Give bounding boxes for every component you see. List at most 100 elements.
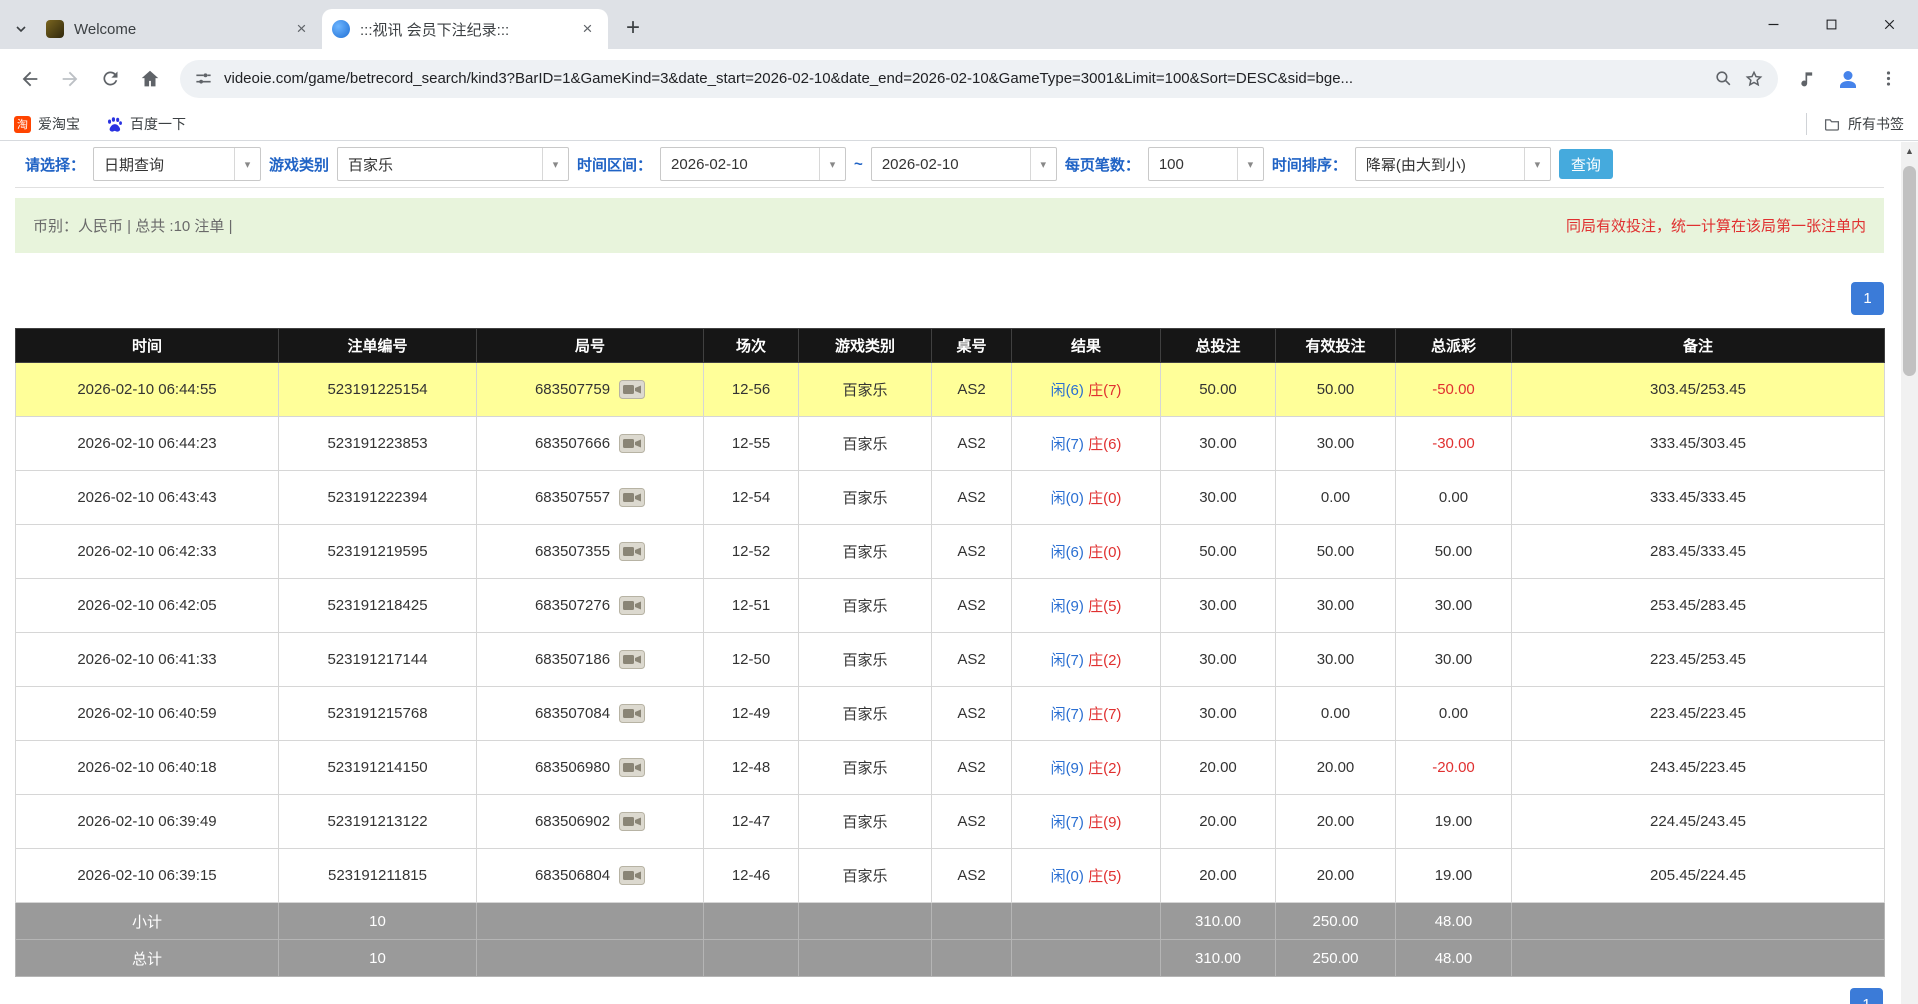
video-replay-icon[interactable] (619, 812, 645, 831)
cell-result: 闲(9) 庄(5) (1012, 579, 1161, 633)
cell-result: 闲(7) 庄(7) (1012, 687, 1161, 741)
cell-bet-id: 523191217144 (279, 633, 477, 687)
video-replay-icon[interactable] (619, 434, 645, 453)
url-bar[interactable]: videoie.com/game/betrecord_search/kind3?… (180, 60, 1778, 98)
profile-avatar[interactable] (1830, 61, 1866, 97)
cell-note: 223.45/223.45 (1512, 687, 1885, 741)
game-kind-select[interactable]: 百家乐 ▾ (337, 147, 569, 181)
all-bookmarks-button[interactable]: 所有书签 (1806, 113, 1904, 135)
empty-cell (704, 903, 799, 940)
browser-tab-welcome[interactable]: Welcome × (36, 9, 322, 49)
video-replay-icon[interactable] (619, 380, 645, 399)
page-button-bottom[interactable]: 1 (1850, 988, 1883, 1004)
date-end-select[interactable]: 2026-02-10 ▾ (871, 147, 1057, 181)
cell-session: 12-52 (704, 525, 799, 579)
bookmark-baidu[interactable]: 百度一下 (106, 114, 186, 134)
video-replay-icon[interactable] (619, 704, 645, 723)
tab-title: :::视讯 会员下注纪录::: (360, 19, 577, 40)
window-minimize-button[interactable] (1744, 0, 1802, 49)
tab-search-button[interactable] (6, 9, 36, 49)
window-controls (1744, 0, 1918, 49)
player-result: 闲(6) (1051, 544, 1084, 561)
column-header: 总派彩 (1396, 329, 1512, 363)
url-text: videoie.com/game/betrecord_search/kind3?… (224, 70, 1703, 87)
date-range-label: 时间区间： (577, 154, 652, 175)
zoom-icon[interactable] (1714, 69, 1733, 88)
cell-valid-bet: 50.00 (1276, 363, 1396, 417)
total-label: 总计 (16, 940, 279, 977)
cell-time: 2026-02-10 06:39:49 (16, 795, 279, 849)
tab-close-icon[interactable]: × (577, 19, 598, 40)
reload-button[interactable] (92, 61, 128, 97)
per-page-select[interactable]: 100 ▾ (1148, 147, 1264, 181)
menu-icon[interactable] (1870, 61, 1906, 97)
cell-time: 2026-02-10 06:40:18 (16, 741, 279, 795)
cell-total-bet[interactable]: 50.00 (1161, 525, 1276, 579)
home-button[interactable] (132, 61, 168, 97)
table-row: 2026-02-10 06:44:23523191223853683507666… (16, 417, 1885, 471)
round-number: 683506804 (535, 867, 610, 884)
player-result: 闲(9) (1051, 598, 1084, 615)
browser-tab-betrecord[interactable]: :::视讯 会员下注纪录::: × (322, 9, 608, 49)
total-row: 总计 10 310.00 250.00 48.00 (16, 940, 1885, 977)
cell-table-no: AS2 (932, 525, 1012, 579)
video-replay-icon[interactable] (619, 488, 645, 507)
subtotal-valid-bet: 250.00 (1276, 903, 1396, 940)
cell-game: 百家乐 (799, 687, 932, 741)
cell-payout: -50.00 (1396, 363, 1512, 417)
date-start-select[interactable]: 2026-02-10 ▾ (660, 147, 846, 181)
video-replay-icon[interactable] (619, 596, 645, 615)
bookmark-star-icon[interactable] (1744, 69, 1764, 89)
cell-total-bet[interactable]: 30.00 (1161, 579, 1276, 633)
back-button[interactable] (12, 61, 48, 97)
cell-payout: 0.00 (1396, 471, 1512, 525)
cell-total-bet[interactable]: 20.00 (1161, 741, 1276, 795)
cell-total-bet[interactable]: 30.00 (1161, 471, 1276, 525)
round-number: 683507186 (535, 651, 610, 668)
sort-label: 时间排序： (1272, 154, 1347, 175)
video-replay-icon[interactable] (619, 650, 645, 669)
select-value: 2026-02-10 (661, 156, 819, 173)
page-button[interactable]: 1 (1851, 282, 1884, 315)
forward-button[interactable] (52, 61, 88, 97)
table-row: 2026-02-10 06:43:43523191222394683507557… (16, 471, 1885, 525)
cell-total-bet[interactable]: 30.00 (1161, 687, 1276, 741)
round-number: 683507276 (535, 597, 610, 614)
empty-cell (1012, 903, 1161, 940)
site-info-icon[interactable] (194, 69, 213, 88)
game-kind-label: 游戏类别 (269, 154, 329, 175)
tab-close-icon[interactable]: × (291, 19, 312, 40)
scroll-up-arrow[interactable]: ▲ (1901, 142, 1918, 159)
player-result: 闲(7) (1051, 652, 1084, 669)
page-scrollbar[interactable]: ▲ (1901, 142, 1918, 1004)
empty-cell (1512, 903, 1885, 940)
cell-total-bet[interactable]: 20.00 (1161, 795, 1276, 849)
scrollbar-thumb[interactable] (1903, 166, 1916, 376)
cell-total-bet[interactable]: 20.00 (1161, 849, 1276, 903)
window-maximize-button[interactable] (1802, 0, 1860, 49)
new-tab-button[interactable]: + (616, 11, 650, 45)
cell-valid-bet: 20.00 (1276, 795, 1396, 849)
query-type-select[interactable]: 日期查询 ▾ (93, 147, 261, 181)
cell-payout: -30.00 (1396, 417, 1512, 471)
currency-summary: 币别：人民币 | 总共 :10 注单 | (33, 215, 232, 236)
empty-cell (1512, 940, 1885, 977)
search-button[interactable]: 查询 (1559, 149, 1613, 179)
video-replay-icon[interactable] (619, 542, 645, 561)
round-number: 683507666 (535, 435, 610, 452)
video-replay-icon[interactable] (619, 866, 645, 885)
cell-table-no: AS2 (932, 849, 1012, 903)
bookmark-taobao[interactable]: 淘 爱淘宝 (14, 114, 80, 134)
cell-total-bet[interactable]: 30.00 (1161, 417, 1276, 471)
empty-cell (799, 940, 932, 977)
player-result: 闲(0) (1051, 490, 1084, 507)
sort-select[interactable]: 降幂(由大到小) ▾ (1355, 147, 1551, 181)
cell-note: 205.45/224.45 (1512, 849, 1885, 903)
media-controls-icon[interactable] (1790, 61, 1826, 97)
video-replay-icon[interactable] (619, 758, 645, 777)
cell-total-bet[interactable]: 30.00 (1161, 633, 1276, 687)
cell-total-bet[interactable]: 50.00 (1161, 363, 1276, 417)
cell-game: 百家乐 (799, 633, 932, 687)
select-value: 百家乐 (338, 154, 542, 175)
window-close-button[interactable] (1860, 0, 1918, 49)
